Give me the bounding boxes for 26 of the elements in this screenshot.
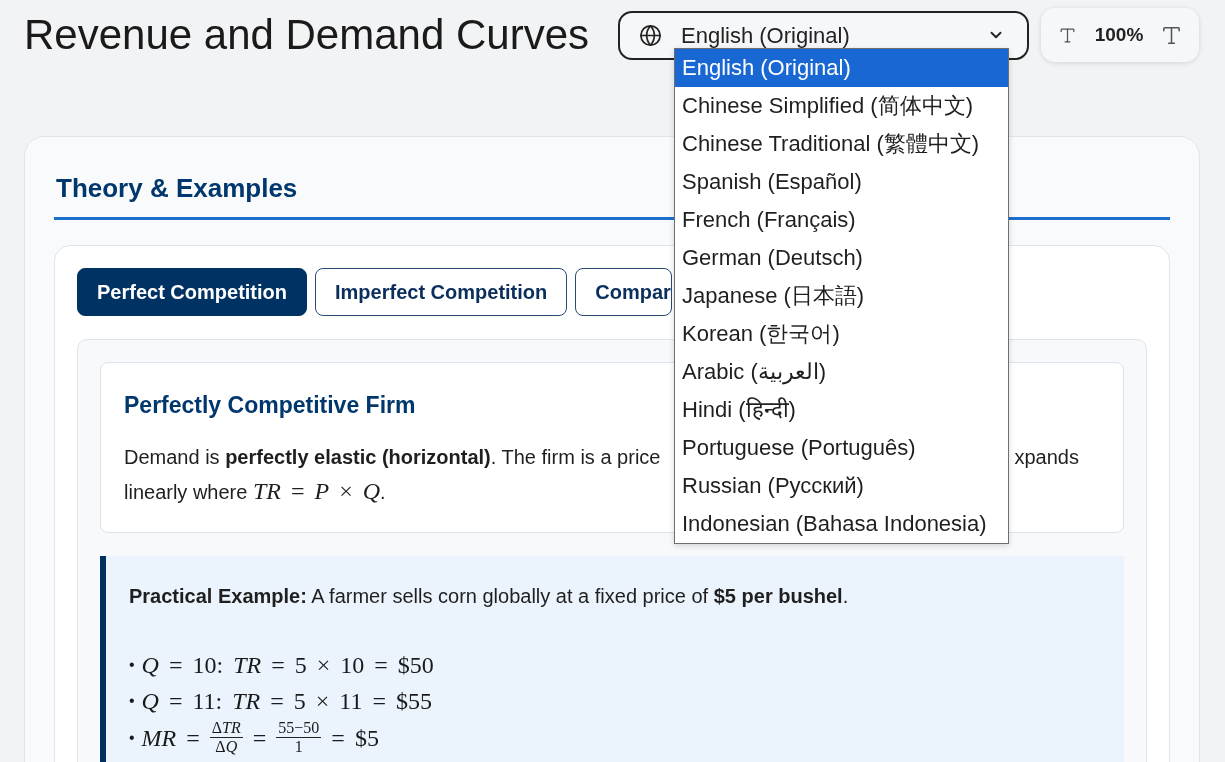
language-option[interactable]: French (Français) <box>675 200 1008 239</box>
tab[interactable]: Compar <box>575 268 672 316</box>
font-size-reading: 100% <box>1094 22 1144 47</box>
paragraph-text: Demand is perfectly elastic (horizontal). The firm is a price <box>124 445 661 470</box>
tab[interactable]: Imperfect Competition <box>315 268 568 316</box>
page-title: Revenue and Demand Curves <box>24 10 589 60</box>
example-text: Practical Example: A farmer sells corn globally at a fixed price of $5 per bushel. <box>129 584 849 609</box>
language-option[interactable]: Arabic (العربية) <box>675 352 1008 391</box>
language-option[interactable]: Chinese Simplified (简体中文) <box>675 86 1008 125</box>
language-option[interactable]: Japanese (日本語) <box>675 276 1008 315</box>
language-option[interactable]: Korean (한국어) <box>675 314 1008 353</box>
language-option[interactable]: German (Deutsch) <box>675 238 1008 277</box>
language-option[interactable]: Indonesian (Bahasa Indonesia) <box>675 504 1008 543</box>
globe-icon <box>639 23 662 47</box>
equation-line: • Q = 11: TR = 5 × 11 = $55 <box>129 687 433 716</box>
card-heading: Perfectly Competitive Firm <box>124 391 416 419</box>
language-option[interactable]: Russian (Русский) <box>675 466 1008 505</box>
language-option[interactable]: Spanish (Español) <box>675 162 1008 201</box>
paragraph-text: xpands <box>1014 445 1079 470</box>
language-option[interactable]: Chinese Traditional (繁體中文) <box>675 124 1008 163</box>
language-option[interactable]: Portuguese (Português) <box>675 428 1008 467</box>
paragraph-text: linearly where TR = P × Q. <box>124 477 386 506</box>
equation-line: • Q = 10: TR = 5 × 10 = $50 <box>129 651 435 680</box>
language-option[interactable]: Hindi (हिन्दी) <box>675 390 1008 429</box>
language-option[interactable]: English (Original) <box>675 48 1008 87</box>
tab[interactable]: Perfect Competition <box>77 268 308 316</box>
